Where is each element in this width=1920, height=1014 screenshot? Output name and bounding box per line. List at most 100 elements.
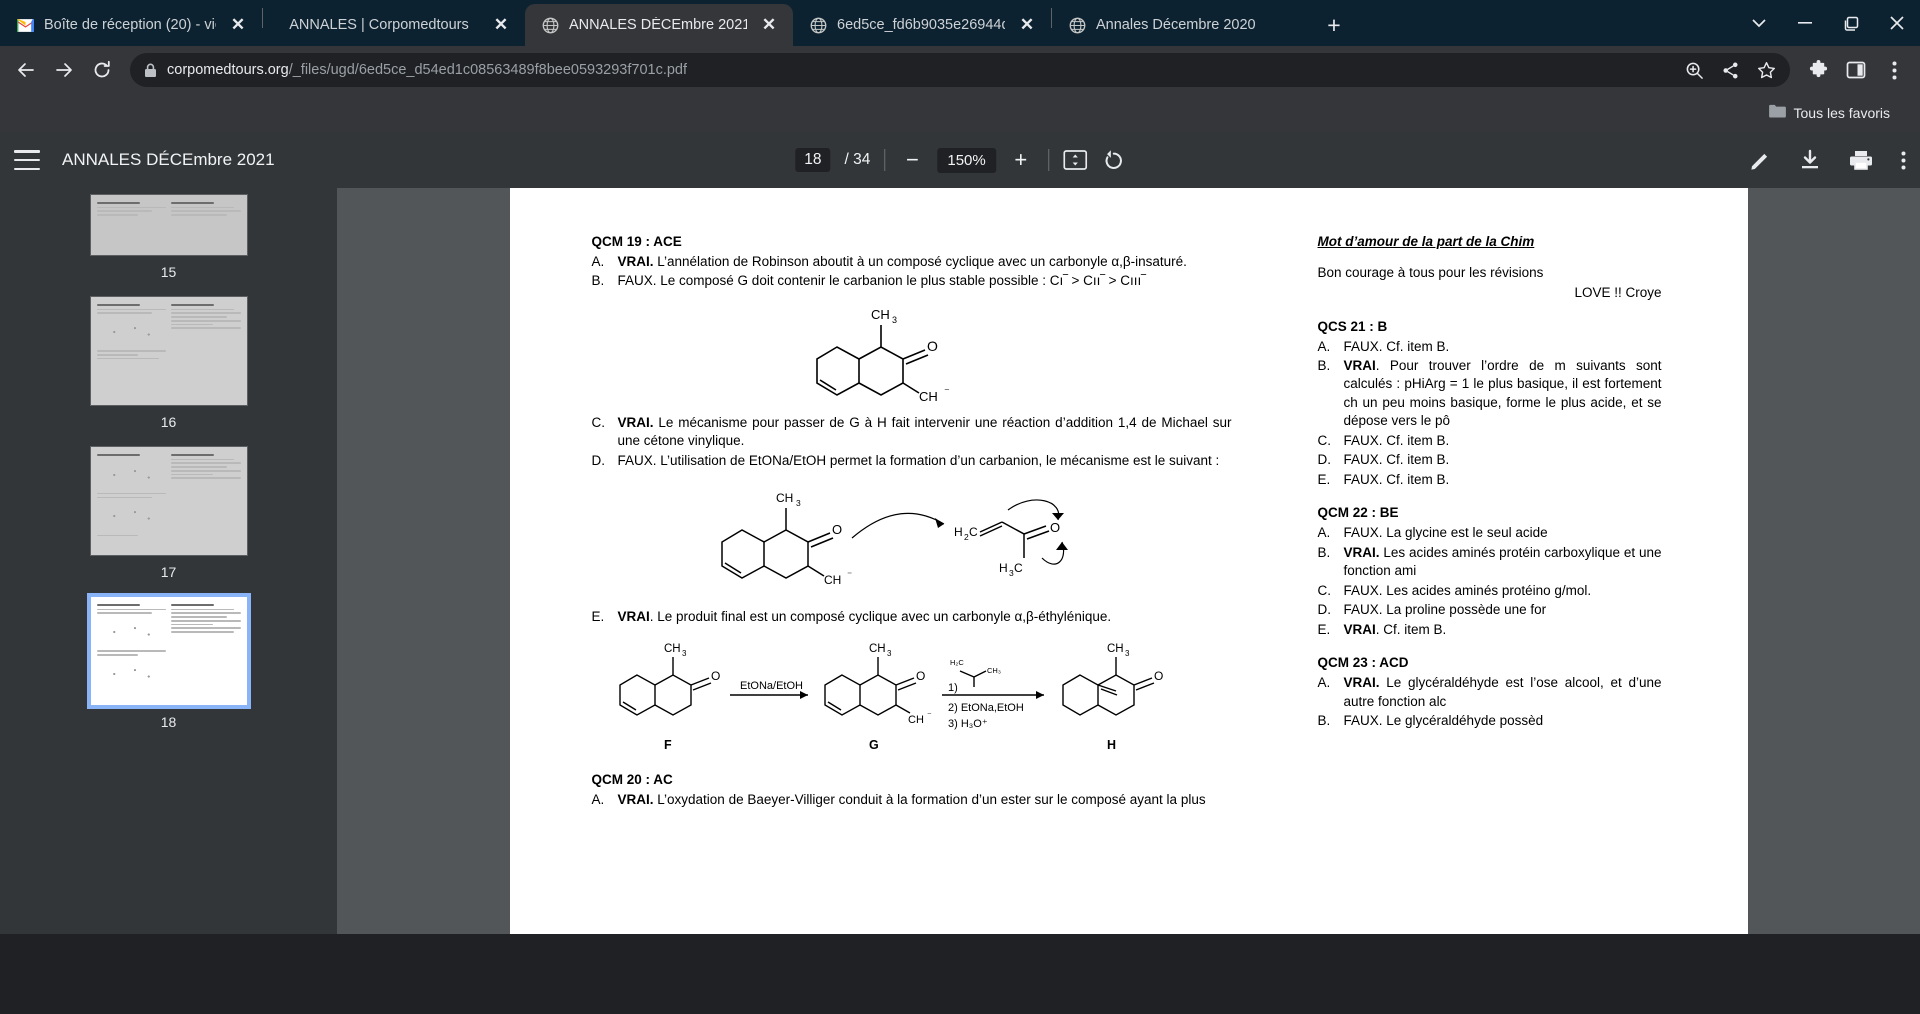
zoom-controls: − 150% + — [899, 147, 1034, 173]
svg-text:C: C — [969, 525, 978, 539]
close-window-button[interactable] — [1874, 0, 1920, 46]
item-text: FAUX. Cf. item B. — [1343, 471, 1450, 487]
bookmark-label: Tous les favoris — [1793, 105, 1890, 121]
url-domain: corpomedtours.org — [167, 62, 289, 78]
zoom-level-value[interactable]: 150% — [937, 147, 996, 173]
item-verdict: VRAI. — [617, 791, 654, 807]
lock-icon[interactable] — [144, 63, 157, 78]
thumbnail-label: 16 — [160, 414, 177, 430]
qcs21-item-e: E. FAUX. Cf. item B. — [1318, 471, 1662, 489]
browser-tab-strip: Boîte de réception (20) - victoria ✕ ANN… — [0, 0, 1920, 46]
back-arrow-icon[interactable] — [8, 52, 44, 88]
svg-text:CH: CH — [664, 643, 681, 655]
qcm19-item-e: E. VRAI. Le produit final est un composé… — [592, 608, 1232, 626]
tab-search-chevron-down-icon[interactable] — [1736, 0, 1782, 46]
item-verdict: VRAI. — [617, 254, 654, 269]
new-tab-button[interactable]: + — [1314, 8, 1354, 42]
item-verdict: VRAI — [617, 609, 650, 625]
thumbnail-page-15[interactable] — [89, 194, 248, 256]
item-text: FAUX. Le glycéraldéhyde possèd — [1343, 713, 1544, 729]
pdf-toolbar-right — [1749, 149, 1906, 171]
forward-arrow-icon[interactable] — [46, 52, 82, 88]
browser-toolbar: corpomedtours.org/_files/ugd/6ed5ce_d54e… — [0, 46, 1920, 94]
item-letter: C. — [1317, 432, 1332, 448]
rotate-icon[interactable] — [1101, 148, 1125, 172]
svg-text:⁻: ⁻ — [927, 710, 932, 720]
item-text: FAUX. Cf. item B. — [1343, 452, 1450, 468]
more-options-icon[interactable] — [1901, 151, 1906, 170]
qcm22-title: QCM 22 : BE — [1317, 505, 1399, 521]
item-body: . Le produit final est un composé cycliq… — [649, 609, 1112, 625]
item-body: Les acides aminés protéin carboxylique e… — [1343, 544, 1662, 579]
browser-tab-2[interactable]: ANNALES DÉCEmbre 2021 ✕ — [525, 4, 793, 46]
fit-to-page-icon[interactable] — [1062, 149, 1087, 171]
item-text: VRAI. Pour trouver l’ordre de m suivants… — [1344, 357, 1662, 431]
extensions-puzzle-icon[interactable] — [1800, 52, 1836, 88]
item-text: FAUX. La proline possède une for — [1343, 602, 1547, 618]
reload-icon[interactable] — [84, 52, 120, 88]
address-bar[interactable]: corpomedtours.org/_files/ugd/6ed5ce_d54e… — [130, 53, 1790, 87]
minimize-window-button[interactable] — [1782, 0, 1828, 46]
svg-text:3: 3 — [892, 315, 897, 325]
item-body: L’oxydation de Baeyer-Villiger conduit à… — [653, 791, 1206, 807]
zoom-out-button[interactable]: − — [899, 149, 925, 171]
thumbnail-label: 15 — [160, 264, 177, 280]
qcm22-item-e: E. VRAI. Cf. item B. — [1318, 621, 1662, 639]
thumbnail-page-16[interactable] — [89, 296, 248, 406]
qcs21-item-a: A. FAUX. Cf. item B. — [1318, 338, 1662, 356]
svg-text:H: H — [999, 561, 1008, 575]
thumbnail-page-17[interactable] — [89, 446, 248, 556]
love-note-title: Mot d’amour de la part de la Chim — [1317, 234, 1535, 249]
zoom-in-button[interactable]: + — [1008, 149, 1034, 171]
share-icon[interactable] — [1714, 54, 1746, 86]
svg-text:O: O — [927, 338, 938, 354]
page-count-label: / 34 — [845, 151, 871, 169]
tab-close-icon[interactable]: ✕ — [757, 13, 781, 37]
chrome-menu-icon[interactable] — [1876, 52, 1912, 88]
thumbnail-label: 17 — [160, 564, 177, 580]
thumbnail-page-18[interactable] — [86, 593, 251, 709]
tab-close-icon[interactable]: ✕ — [226, 13, 250, 37]
svg-text:H₂C: H₂C — [950, 658, 964, 667]
print-icon[interactable] — [1849, 149, 1873, 171]
download-icon[interactable] — [1799, 149, 1821, 171]
svg-text:O: O — [1050, 520, 1060, 535]
reaction-scheme-f-g-h: CH 3 O CH 3 O CH ⁻ CH 3 O EtONa/EtOH H₂C… — [592, 633, 1232, 758]
page-number-input[interactable]: 18 — [795, 148, 831, 172]
svg-text:3: 3 — [1125, 649, 1130, 658]
hamburger-menu-icon[interactable] — [14, 150, 40, 170]
svg-text:CH: CH — [871, 307, 890, 322]
zoom-in-icon[interactable] — [1678, 54, 1710, 86]
gmail-icon — [16, 16, 34, 34]
item-verdict: VRAI. — [1343, 544, 1380, 560]
browser-tab-1[interactable]: ANNALES | Corpomedtours ✕ — [263, 4, 525, 46]
item-text: FAUX. Les acides aminés protéino g/mol. — [1343, 582, 1592, 598]
browser-tab-0[interactable]: Boîte de réception (20) - victoria ✕ — [0, 4, 262, 46]
svg-text:CH₃: CH₃ — [987, 666, 1001, 675]
item-letter: A. — [1317, 525, 1331, 541]
total-pages: 34 — [853, 151, 871, 168]
document-right-column: Mot d’amour de la part de la Chim Bon co… — [1232, 234, 1662, 810]
pdf-thumbnail-pane[interactable]: 15 16 17 18 — [0, 188, 337, 934]
browser-tab-4[interactable]: Annales Décembre 2020 — [1052, 4, 1314, 46]
bookmark-star-icon[interactable] — [1750, 54, 1782, 86]
annotate-pencil-icon[interactable] — [1749, 149, 1771, 171]
item-text: FAUX. Le composé G doit contenir le carb… — [617, 273, 1146, 289]
item-letter: D. — [1317, 602, 1332, 618]
toolbar-divider — [1047, 149, 1049, 171]
compound-label-h: H — [1107, 738, 1116, 752]
item-letter: C. — [1317, 582, 1332, 598]
bookmark-all-folder[interactable]: Tous les favoris — [1761, 100, 1898, 127]
svg-text:CH: CH — [824, 573, 841, 587]
svg-text:⁻: ⁻ — [944, 386, 950, 398]
qcm23-item-b: B. FAUX. Le glycéraldéhyde possèd — [1318, 712, 1662, 730]
address-bar-url: corpomedtours.org/_files/ugd/6ed5ce_d54e… — [167, 62, 687, 78]
maximize-window-button[interactable] — [1828, 0, 1874, 46]
pdf-page-scroll-area[interactable]: QCM 19 : ACE A. VRAI. L’annélation de Ro… — [337, 188, 1920, 934]
qcm20-item-a: A. VRAI. L’oxydation de Baeyer-Villiger … — [592, 791, 1232, 809]
tab-close-icon[interactable]: ✕ — [489, 13, 513, 37]
side-panel-icon[interactable] — [1838, 52, 1874, 88]
pdf-toolbar-left: ANNALES DÉCEmbre 2021 — [14, 150, 275, 170]
browser-tab-3[interactable]: 6ed5ce_fd6b9035e26944d38a ✕ — [793, 4, 1051, 46]
tab-close-icon[interactable]: ✕ — [1015, 13, 1039, 37]
